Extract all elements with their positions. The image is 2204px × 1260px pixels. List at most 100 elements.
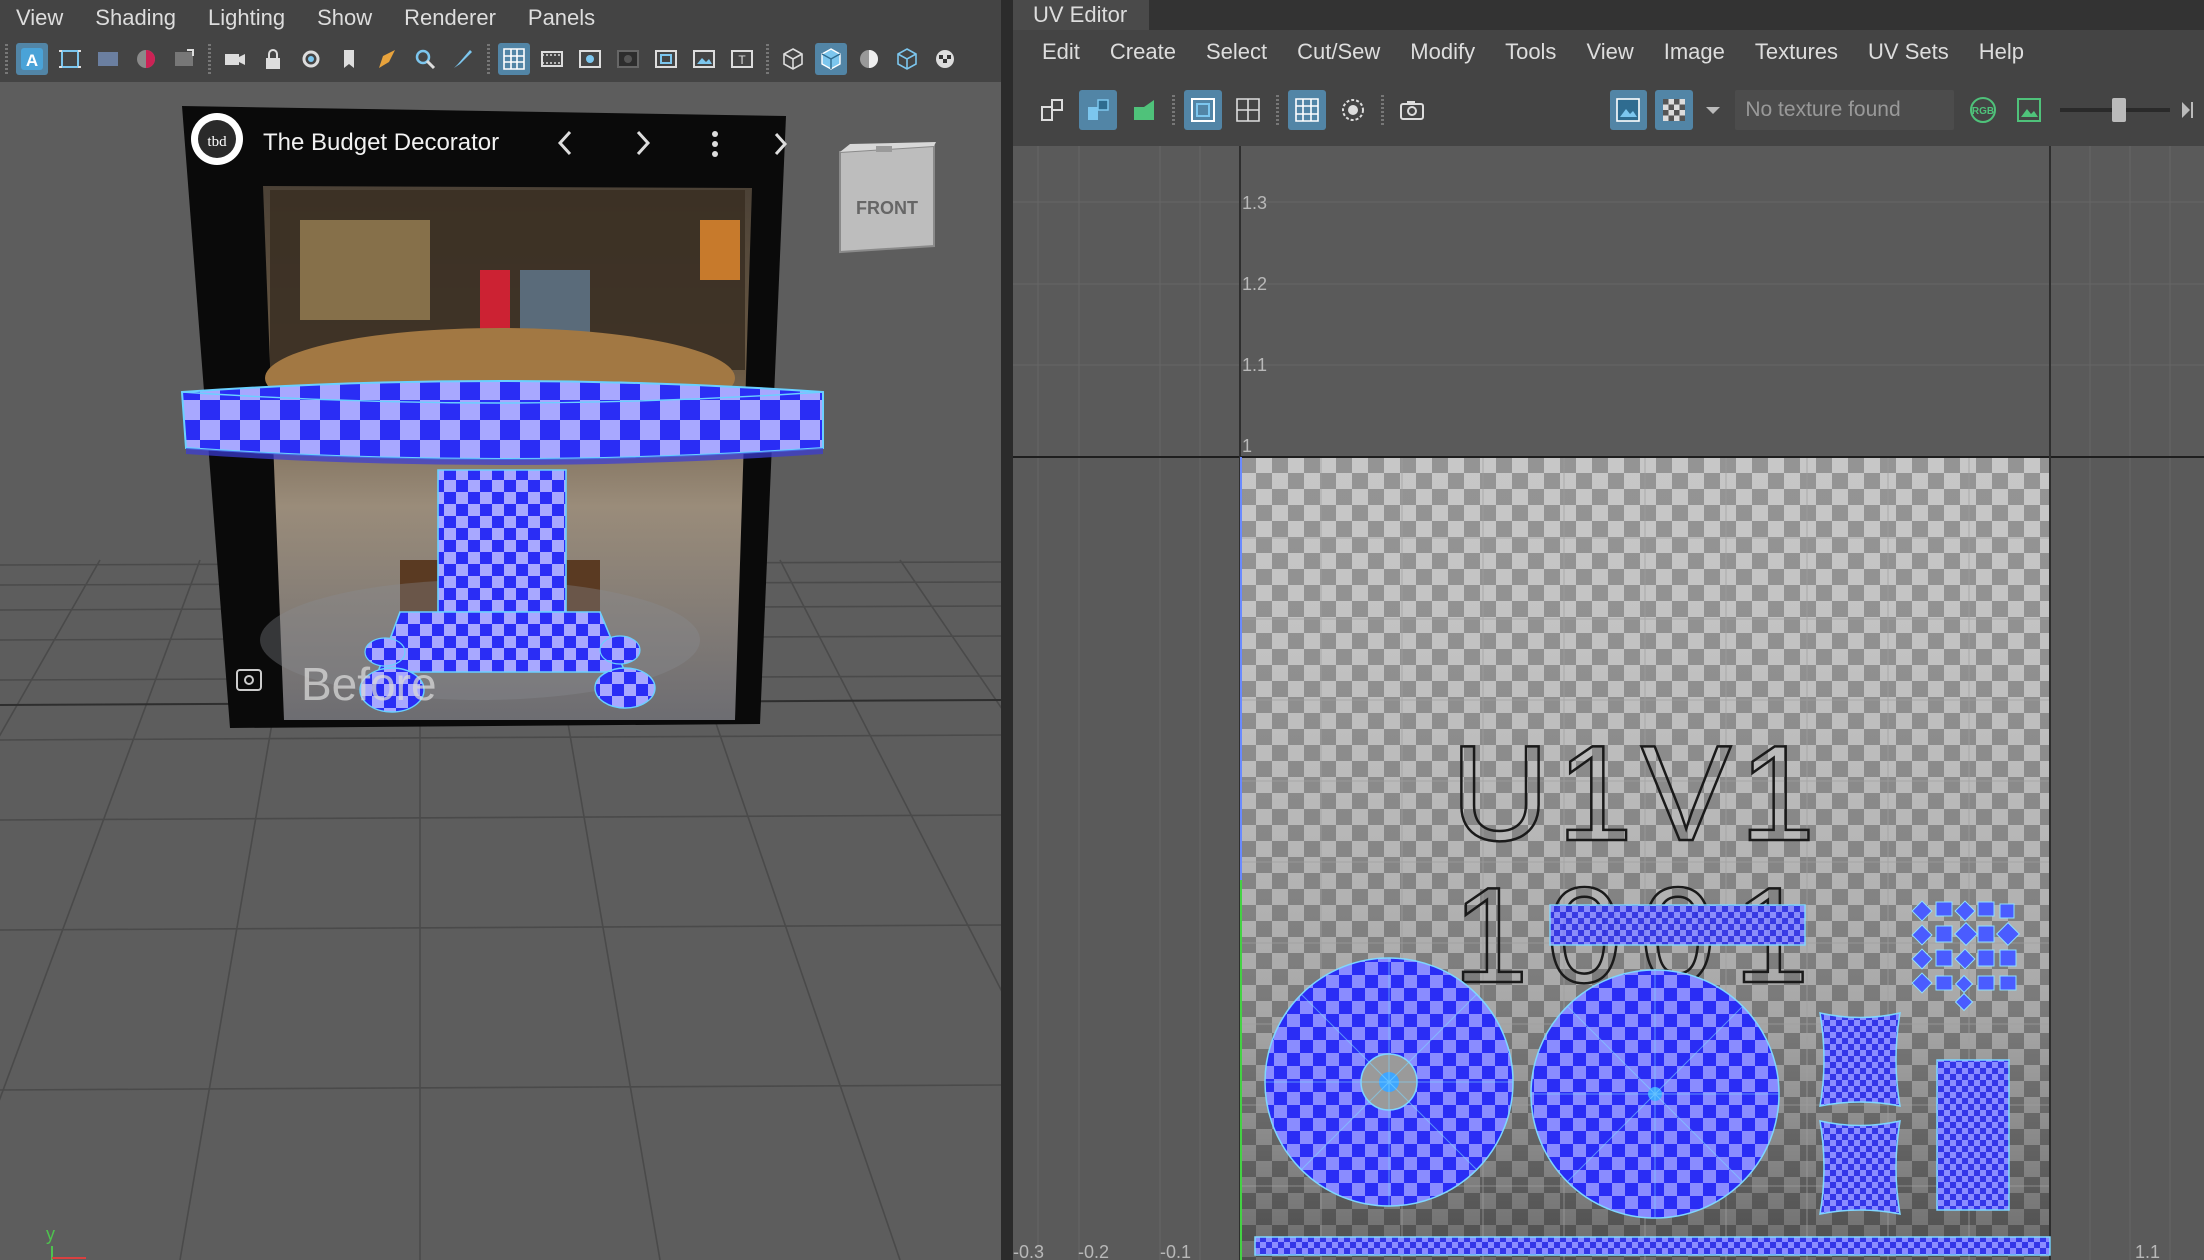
texture-name-field[interactable]: No texture found [1735, 90, 1954, 130]
uv-shell-border-icon[interactable] [1033, 90, 1071, 130]
uv-shell-strip[interactable] [1549, 904, 1806, 946]
checker-tiles-icon[interactable] [1655, 90, 1694, 130]
perspective-viewport[interactable]: View Shading Lighting Show Renderer Pane… [0, 0, 1001, 1260]
paint-brush-icon[interactable] [447, 43, 479, 75]
safe-title-icon[interactable]: T [726, 43, 758, 75]
u-tick-label: -0.3 [1013, 1242, 1044, 1260]
toolbar-separator [5, 44, 8, 74]
menu-create[interactable]: Create [1095, 39, 1191, 65]
u-tick-label: -0.2 [1078, 1242, 1109, 1260]
menu-renderer[interactable]: Renderer [388, 5, 512, 31]
lock-camera-icon[interactable] [257, 43, 289, 75]
menu-image[interactable]: Image [1649, 39, 1740, 65]
exposure-slider[interactable] [2059, 90, 2170, 130]
uv-distortion-icon[interactable] [1125, 90, 1163, 130]
panel-splitter[interactable] [1001, 0, 1013, 1260]
grid-icon[interactable] [498, 43, 530, 75]
chevron-down-icon[interactable] [1701, 90, 1725, 130]
menu-cut-sew[interactable]: Cut/Sew [1282, 39, 1395, 65]
field-chart-icon[interactable] [650, 43, 682, 75]
dim-image-icon[interactable] [1334, 90, 1372, 130]
uv-toolbar: No texture found RGB [1013, 74, 2204, 146]
toolbar-separator [766, 44, 769, 74]
tab-uv-editor[interactable]: UV Editor [1013, 0, 1149, 30]
toolbar-separator [208, 44, 211, 74]
uv-texture-view[interactable]: 1.3 1.2 1.1 1 -0.3 -0.2 -0.1 1.1 U1V1 10… [1013, 146, 2204, 1260]
uv-editor-panel: UV Editor Edit Create Select Cut/Sew Mod… [1013, 0, 2204, 1260]
menu-shading[interactable]: Shading [79, 5, 192, 31]
toolbar-separator [487, 44, 490, 74]
safe-action-icon[interactable] [688, 43, 720, 75]
shaded-uv-icon[interactable] [1078, 90, 1117, 130]
v-tick-label: 1.2 [1242, 274, 1267, 294]
tile-labels: U1V1 1001 [1450, 716, 1823, 1013]
uv-shell-patch[interactable] [1819, 1120, 1901, 1215]
viewport-scene[interactable]: tbd The Budget Decorator Before FRONT y [0, 82, 1001, 1260]
rgb-channel-icon[interactable]: RGB [1964, 90, 2002, 130]
view-cube[interactable]: FRONT [839, 142, 936, 254]
textured-icon[interactable] [891, 43, 923, 75]
checker-icon[interactable] [929, 43, 961, 75]
axis-gizmo: y [46, 1224, 86, 1260]
menu-lighting[interactable]: Lighting [192, 5, 301, 31]
uv-shell-tall-strip[interactable] [1936, 1059, 2010, 1211]
uv-shell-patch[interactable] [1819, 1012, 1901, 1107]
uv-menubar: Edit Create Select Cut/Sew Modify Tools … [1013, 30, 2204, 74]
image-plane-icon[interactable] [130, 43, 162, 75]
texture-borders-icon[interactable] [1183, 90, 1222, 130]
panel-tabstrip: UV Editor [1013, 0, 2204, 30]
menu-modify[interactable]: Modify [1395, 39, 1490, 65]
menu-view[interactable]: View [0, 5, 79, 31]
rgb-channel-label: RGB [1972, 106, 1994, 117]
uv-shell-bottom-strip[interactable] [1254, 1236, 2051, 1256]
svg-text:A: A [26, 51, 38, 70]
menu-select[interactable]: Select [1191, 39, 1282, 65]
menu-panels[interactable]: Panels [512, 5, 611, 31]
2d-pan-zoom-icon[interactable] [168, 43, 200, 75]
bookmark-flag-icon[interactable] [333, 43, 365, 75]
camera-attributes-icon[interactable] [54, 43, 86, 75]
menu-edit[interactable]: Edit [1027, 39, 1095, 65]
v-tick-label: 1 [1242, 436, 1252, 456]
camera-settings-icon[interactable] [295, 43, 327, 75]
channel-title: The Budget Decorator [263, 129, 499, 156]
bookmark-icon[interactable] [92, 43, 124, 75]
grid-toggle-icon[interactable] [1230, 90, 1268, 130]
u-tick-label: 1.1 [2135, 1242, 2160, 1260]
expand-toolbar-icon[interactable] [2176, 90, 2200, 130]
v-tick-label: 1.1 [1242, 355, 1267, 375]
slider-thumb[interactable] [2111, 98, 2126, 122]
viewport-menubar: View Shading Lighting Show Renderer Pane… [0, 0, 1001, 36]
use-default-material-icon[interactable] [853, 43, 885, 75]
uv-shell-donut[interactable] [1264, 957, 1514, 1207]
exposure-image-icon[interactable] [2010, 90, 2048, 130]
menu-view[interactable]: View [1571, 39, 1648, 65]
menu-show[interactable]: Show [301, 5, 388, 31]
smooth-shade-icon[interactable] [815, 43, 847, 75]
snapshot-camera-icon[interactable] [1393, 90, 1431, 130]
pixel-snap-icon[interactable] [1288, 90, 1327, 130]
select-camera-icon[interactable]: A [16, 43, 48, 75]
film-gate-icon[interactable] [536, 43, 568, 75]
tile-uv-label: U1V1 [1451, 717, 1823, 869]
menu-help[interactable]: Help [1964, 39, 2039, 65]
menu-uv-sets[interactable]: UV Sets [1853, 39, 1964, 65]
isolate-select-icon[interactable] [409, 43, 441, 75]
resolution-gate-icon[interactable] [574, 43, 606, 75]
display-image-icon[interactable] [1609, 90, 1648, 130]
before-text: Before [301, 658, 437, 710]
view-cube-front-label: FRONT [856, 198, 918, 218]
u-tick-label: -0.1 [1160, 1242, 1191, 1260]
channel-logo-text: tbd [207, 134, 227, 150]
grease-pencil-icon[interactable] [371, 43, 403, 75]
more-vertical-icon[interactable] [712, 131, 718, 157]
viewport-toolbar: A T [0, 36, 1001, 82]
wireframe-icon[interactable] [777, 43, 809, 75]
menu-textures[interactable]: Textures [1740, 39, 1853, 65]
svg-text:T: T [738, 53, 746, 67]
gate-mask-icon[interactable] [612, 43, 644, 75]
menu-tools[interactable]: Tools [1490, 39, 1571, 65]
uv-shell-disk[interactable] [1530, 969, 1780, 1219]
camera-icon[interactable] [219, 43, 251, 75]
toolbar-separator [1381, 95, 1384, 125]
